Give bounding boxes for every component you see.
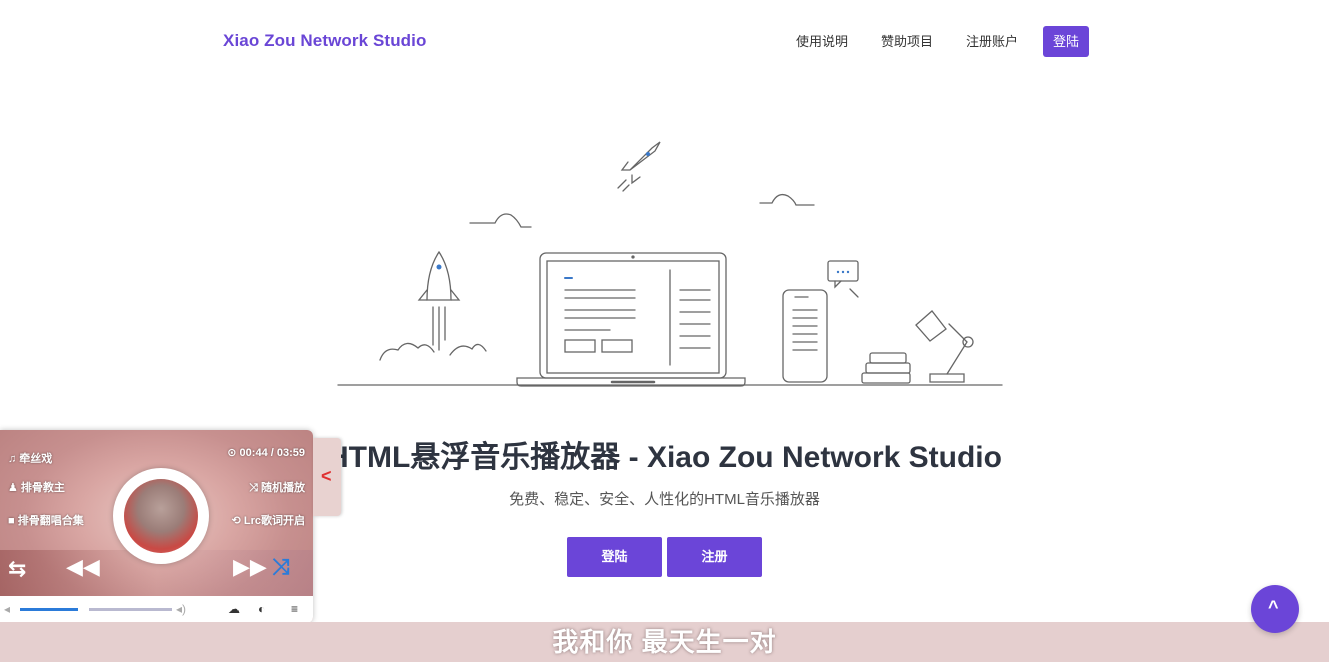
menu-icon[interactable]: ≡ [291, 602, 298, 616]
register-button[interactable]: 注册 [667, 537, 762, 577]
login-button[interactable]: 登陆 [567, 537, 662, 577]
repeat-icon[interactable]: ⇆ [8, 556, 26, 582]
album-disc[interactable] [113, 468, 209, 564]
song-title: ♫ 牵丝戏 [8, 453, 53, 465]
shuffle-icon[interactable]: ⤨ [272, 554, 290, 580]
time-display: ⊙ 00:44 / 03:59 [227, 447, 305, 459]
nav-links: 使用说明 赞助项目 注册账户 登陆 [763, 26, 1089, 57]
nav-item-sponsor[interactable]: 赞助项目 [881, 27, 933, 57]
music-player: ♫ 牵丝戏 ♟ 排骨教主 ■ 排骨翻唱合集 ⊙ 00:44 / 03:59 ⤨ … [0, 430, 313, 623]
nav-login-button[interactable]: 登陆 [1042, 26, 1089, 57]
album-cover [124, 479, 198, 553]
chevron-up-icon: ^ [1268, 597, 1279, 617]
download-icon[interactable]: ☁ [228, 602, 240, 616]
player-controls-bar: ◂ ◂) ☁ ◐ ≡ [0, 596, 313, 623]
chevron-left-icon: < [321, 466, 332, 486]
toggle-icon[interactable]: ◐ [258, 602, 265, 616]
lyrics-toggle[interactable]: ⟲ Lrc歌词开启 [232, 512, 305, 528]
volume-fill[interactable] [20, 608, 78, 611]
back-to-top-button[interactable]: ^ [1251, 585, 1299, 633]
lyrics-bar: 我和你 最天生一对 [0, 622, 1329, 662]
prev-icon[interactable]: ◀◀ [66, 554, 100, 580]
nav-item-usage[interactable]: 使用说明 [796, 27, 848, 57]
artist-name: ♟ 排骨教主 [8, 482, 65, 494]
next-icon[interactable]: ▶▶ [233, 554, 267, 580]
album-name: ■ 排骨翻唱合集 [8, 515, 84, 527]
progress-track[interactable] [89, 608, 172, 611]
volume-up-icon[interactable]: ◂) [176, 602, 186, 616]
player-toggle-tab[interactable]: < [313, 438, 341, 516]
navbar: Xiao Zou Network Studio 使用说明 赞助项目 注册账户 登… [0, 0, 1329, 80]
play-mode[interactable]: ⤨ 随机播放 [249, 479, 305, 495]
hero-buttons: 登陆 注册 [567, 537, 767, 577]
hero-illustration [337, 141, 1003, 387]
nav-item-register[interactable]: 注册账户 [966, 27, 1018, 57]
volume-icon[interactable]: ◂ [4, 602, 10, 616]
brand-logo[interactable]: Xiao Zou Network Studio [223, 31, 426, 51]
